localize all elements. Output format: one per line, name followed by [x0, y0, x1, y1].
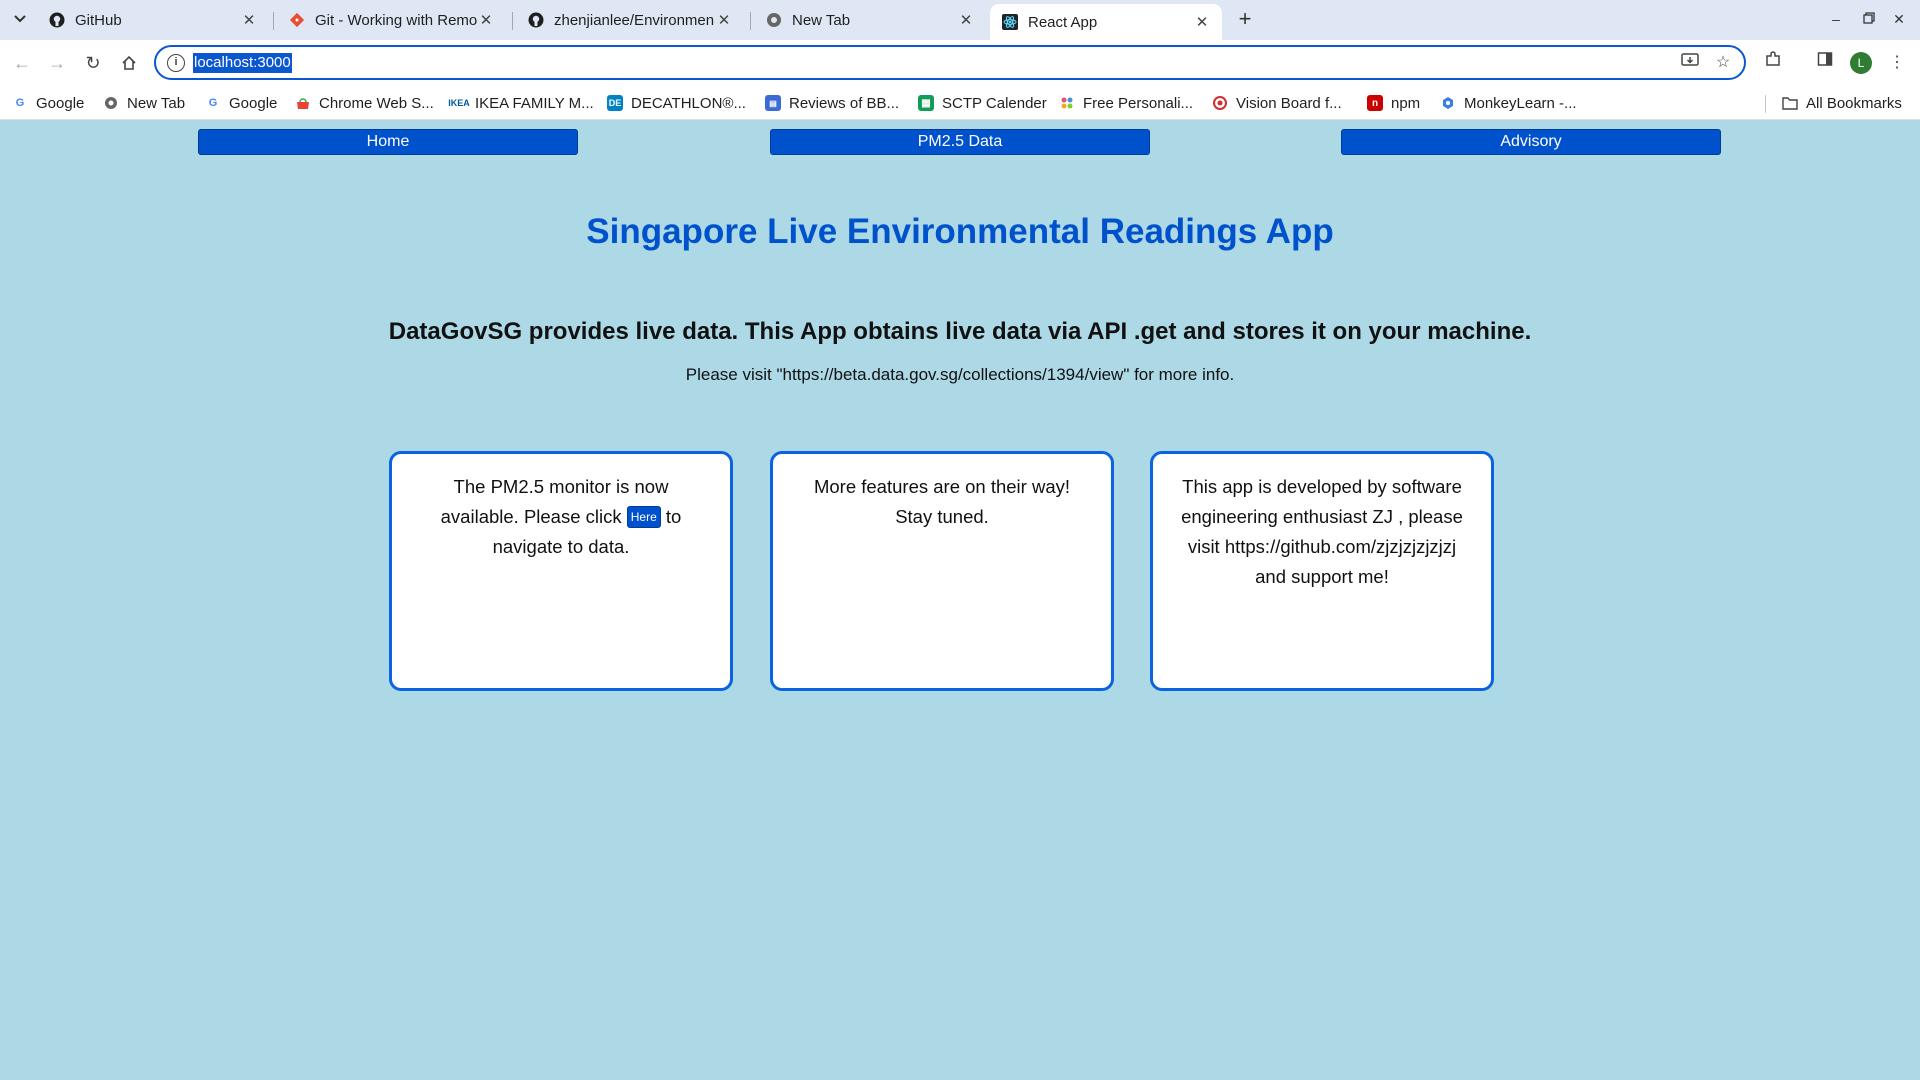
bookmark-label: Free Personali...: [1083, 94, 1194, 112]
nav-home-button[interactable]: Home: [198, 129, 578, 155]
tab-divider: [273, 12, 274, 30]
bookmark-monkeylearn[interactable]: MonkeyLearn -...: [1440, 92, 1577, 114]
install-app-icon[interactable]: [1680, 53, 1700, 73]
tab-title: React App: [1028, 13, 1098, 31]
tab-divider: [512, 12, 513, 30]
monkeylearn-icon: [1440, 95, 1456, 111]
tab-title: New Tab: [792, 11, 851, 29]
bookmark-label: SCTP Calender: [942, 94, 1047, 112]
bookmark-decathlon[interactable]: DE DECATHLON®...: [607, 92, 746, 114]
bookmark-npm[interactable]: n npm: [1367, 92, 1420, 114]
bookmark-label: Google: [36, 94, 85, 112]
react-icon: [1002, 14, 1018, 30]
side-panel-icon[interactable]: [1812, 50, 1838, 76]
bookmarks-bar: G Google New Tab G Google Chrome Web S..…: [0, 86, 1920, 120]
tab-title: zhenjianlee/Environmen: [554, 11, 715, 29]
bookmark-free-personality[interactable]: Free Personali...: [1059, 92, 1193, 114]
close-icon[interactable]: ✕: [716, 11, 732, 29]
bookmark-new-tab[interactable]: New Tab: [103, 92, 185, 114]
tab-new-tab[interactable]: New Tab ✕: [754, 4, 986, 36]
ikea-icon: IKEA: [448, 98, 470, 108]
bookmark-label: IKEA FAMILY M...: [475, 94, 594, 112]
git-icon: [289, 12, 305, 28]
personality-icon: [1059, 95, 1075, 111]
tab-git-remotes[interactable]: Git - Working with Remo ✕: [277, 4, 506, 36]
minimize-icon[interactable]: –: [1825, 8, 1847, 30]
bookmark-sctp-calender[interactable]: ▦ SCTP Calender: [918, 92, 1047, 114]
extensions-icon[interactable]: [1760, 50, 1786, 76]
new-tab-plus-icon[interactable]: +: [1232, 6, 1258, 32]
tab-title: GitHub: [75, 11, 122, 29]
bookmarks-divider: [1765, 95, 1766, 113]
bookmark-ikea[interactable]: IKEA IKEA FAMILY M...: [448, 92, 594, 114]
close-window-icon[interactable]: ✕: [1888, 8, 1910, 30]
tab-strip: GitHub ✕ Git - Working with Remo ✕ zhenj…: [0, 0, 1920, 40]
close-icon[interactable]: ✕: [1194, 13, 1210, 31]
bookmark-label: Vision Board f...: [1236, 94, 1342, 112]
browser-toolbar: ← → ↻ i localhost:3000 ☆ L ⋮: [0, 40, 1920, 86]
bookmark-label: npm: [1391, 94, 1421, 112]
reviews-icon: ▤: [765, 95, 781, 111]
bookmark-label: Reviews of BB...: [789, 94, 900, 112]
address-bar[interactable]: i localhost:3000 ☆: [154, 45, 1746, 80]
url-text[interactable]: localhost:3000: [193, 53, 292, 73]
bookmark-label: DECATHLON®...: [631, 94, 746, 112]
reload-icon[interactable]: ↻: [80, 50, 106, 76]
webstore-icon: [295, 95, 311, 111]
features-card: More features are on their way! Stay tun…: [770, 451, 1114, 691]
card-text: More features are on their way! Stay tun…: [813, 476, 1071, 527]
close-icon[interactable]: ✕: [241, 11, 257, 29]
restore-icon[interactable]: [1858, 8, 1880, 30]
close-icon[interactable]: ✕: [958, 11, 974, 29]
home-icon[interactable]: [116, 50, 142, 76]
bookmark-star-icon[interactable]: ☆: [1713, 53, 1733, 73]
tab-title: Git - Working with Remo: [315, 11, 478, 29]
site-info-icon[interactable]: i: [167, 54, 185, 72]
chrome-icon: [103, 95, 119, 111]
page-subtitle: DataGovSG provides live data. This App o…: [388, 318, 1532, 345]
tab-github[interactable]: GitHub ✕: [37, 4, 269, 36]
bookmark-reviews[interactable]: ▤ Reviews of BB...: [765, 92, 899, 114]
bookmark-label: Google: [229, 94, 278, 112]
bookmark-label: Chrome Web S...: [319, 94, 434, 112]
vision-icon: [1212, 95, 1228, 111]
bookmark-label: MonkeyLearn -...: [1464, 94, 1577, 112]
github-icon: [49, 12, 65, 28]
decathlon-icon: DE: [607, 95, 623, 111]
all-bookmarks-folder[interactable]: All Bookmarks: [1782, 92, 1902, 114]
developer-card: This app is developed by software engine…: [1150, 451, 1494, 691]
close-icon[interactable]: ✕: [478, 11, 494, 29]
page-title: Singapore Live Environmental Readings Ap…: [586, 212, 1334, 251]
tab-search-icon[interactable]: [9, 8, 31, 30]
nav-pm25-button[interactable]: PM2.5 Data: [770, 129, 1150, 155]
nav-advisory-button[interactable]: Advisory: [1341, 129, 1721, 155]
bookmark-label: All Bookmarks: [1806, 94, 1902, 112]
bookmark-google[interactable]: G Google: [12, 92, 85, 114]
sheets-icon: ▦: [918, 95, 934, 111]
github-icon: [528, 12, 544, 28]
bookmark-label: New Tab: [127, 94, 186, 112]
google-icon: G: [15, 97, 25, 109]
pm25-announcement-card: The PM2.5 monitor is now available. Plea…: [389, 451, 733, 691]
npm-icon: n: [1367, 95, 1383, 111]
profile-avatar[interactable]: L: [1850, 52, 1872, 74]
menu-kebab-icon[interactable]: ⋮: [1884, 50, 1910, 76]
card-text: This app is developed by software engine…: [1181, 476, 1463, 587]
here-link-button[interactable]: Here: [626, 506, 661, 529]
bookmark-google-2[interactable]: G Google: [205, 92, 278, 114]
chrome-icon: [766, 12, 782, 28]
google-icon: G: [208, 97, 218, 109]
back-arrow-icon[interactable]: ←: [9, 50, 35, 76]
tab-environment-repo[interactable]: zhenjianlee/Environmen ✕: [516, 4, 744, 36]
folder-icon: [1782, 95, 1798, 111]
info-text: Please visit "https://beta.data.gov.sg/c…: [685, 365, 1235, 384]
bookmark-chrome-web-store[interactable]: Chrome Web S...: [295, 92, 434, 114]
forward-arrow-icon[interactable]: →: [44, 50, 70, 76]
tab-react-app[interactable]: React App ✕: [990, 4, 1222, 40]
tab-divider: [750, 12, 751, 30]
bookmark-vision-board[interactable]: Vision Board f...: [1212, 92, 1342, 114]
